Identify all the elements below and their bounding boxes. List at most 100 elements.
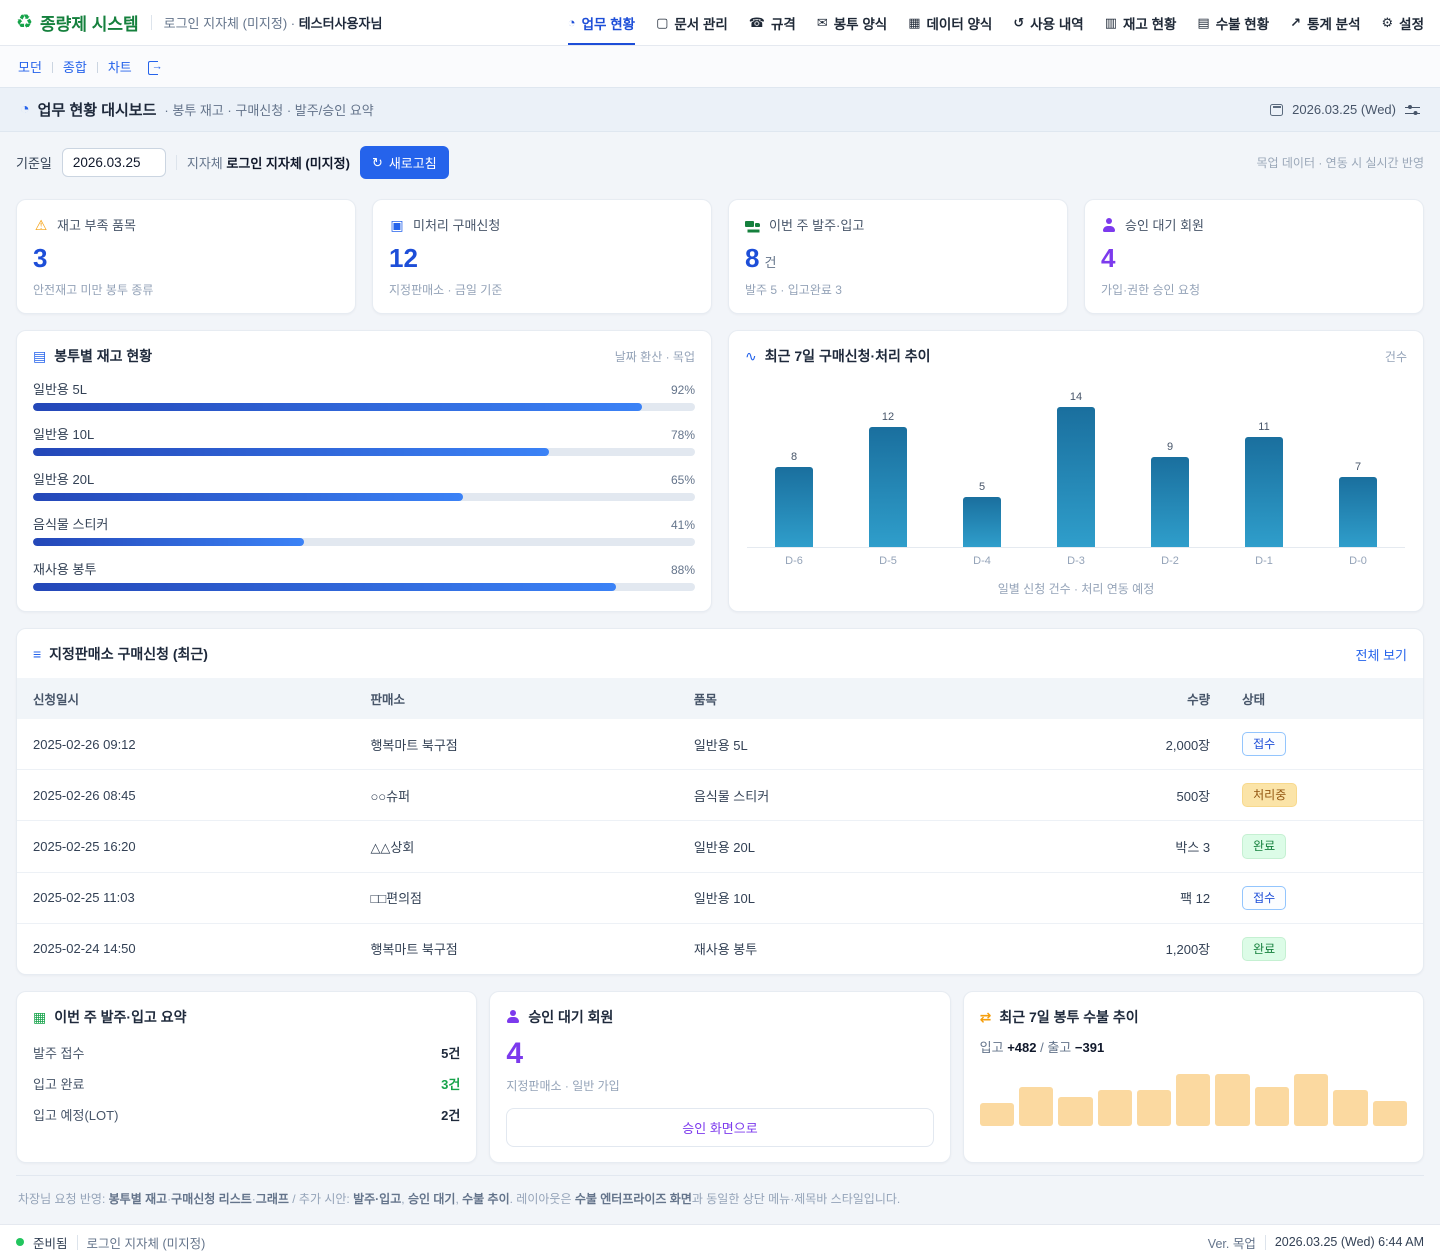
subnav-link[interactable]: 차트	[87, 57, 132, 76]
trend-col: 7	[1311, 461, 1405, 547]
cell-status: 처리중	[1226, 770, 1423, 821]
nav-item[interactable]: ▢ 문서 관리	[656, 0, 728, 45]
status-badge: 처리중	[1242, 783, 1297, 807]
user-name: 테스터사용자님	[299, 16, 383, 31]
cell-store: □□편의점	[354, 872, 677, 923]
purchase-table-row[interactable]: 2025-02-26 09:12 행복마트 북구점 일반용 5L 2,000장 …	[17, 719, 1423, 770]
purchase-table-row[interactable]: 2025-02-25 11:03 □□편의점 일반용 10L 팩 12 접수	[17, 872, 1423, 923]
trend-value-label: 14	[1070, 391, 1082, 403]
cell-item: 일반용 5L	[678, 719, 1015, 770]
week-summary-rows: 발주 접수 5건 입고 완료 3건 입고 예정(LOT) 2건	[33, 1037, 460, 1130]
mock-data-note: 목업 데이터 · 연동 시 실시간 반영	[1256, 154, 1424, 171]
cell-status: 완료	[1226, 923, 1423, 974]
inventory-percent: 65%	[671, 473, 695, 487]
gov-prefix: 지자체	[187, 156, 223, 171]
summary-value: 5건	[441, 1043, 460, 1062]
filter-sliders-icon[interactable]	[1405, 104, 1420, 116]
inventory-row: 일반용 10L 78%	[33, 424, 695, 456]
nav-item-icon: ☎	[749, 15, 765, 31]
kpi-subtitle: 발주 5 · 입고완료 3	[745, 281, 1051, 298]
kpi-head: 미처리 구매신청	[389, 215, 695, 234]
trend-bar	[1339, 477, 1377, 547]
spark-bar	[1019, 1087, 1053, 1126]
nav-item-label: 통계 분석	[1307, 13, 1360, 33]
inventory-panel-title: 봉투별 재고 현황	[54, 346, 152, 366]
purchase-table-header-cell: 수량	[1015, 678, 1226, 719]
nav-item-label: 업무 현황	[582, 13, 635, 33]
subnav-link[interactable]: 모던	[18, 57, 42, 76]
footer-note-segment: 봉투별 재고	[109, 1192, 168, 1206]
status-dot	[16, 1238, 24, 1246]
cell-date: 2025-02-24 14:50	[17, 923, 354, 974]
trend-col: 8	[747, 451, 841, 547]
kpi-icon	[745, 218, 761, 232]
nav-item[interactable]: ✉ 봉투 양식	[817, 0, 887, 45]
trend-col: 12	[841, 411, 935, 547]
kpi-title: 이번 주 발주·입고	[769, 215, 864, 234]
purchase-table-head: ≡ 지정판매소 구매신청 (최근) 전체 보기	[17, 629, 1423, 674]
inventory-row-top: 일반용 5L 92%	[33, 379, 695, 398]
transfer-arrows-icon: ⇄	[980, 1010, 992, 1024]
gov-text: 지자체 로그인 지자체 (미지정)	[187, 153, 350, 172]
nav-item-label: 봉투 양식	[834, 13, 887, 33]
person-icon	[506, 1010, 520, 1023]
subnav-link[interactable]: 종합	[42, 57, 87, 76]
nav-item[interactable]: ◔ 업무 현황	[568, 0, 635, 45]
logout-icon[interactable]	[148, 60, 163, 74]
purchase-table-row[interactable]: 2025-02-26 08:45 ○○슈퍼 음식물 스티커 500장 처리중	[17, 770, 1423, 821]
inventory-row-top: 일반용 20L 65%	[33, 469, 695, 488]
flow-summary-line: 입고 +482 / 출고 −391	[980, 1037, 1407, 1056]
bottom-grid: ▦ 이번 주 발주·입고 요약 발주 접수 5건 입고 완료 3건 입고 예정(…	[16, 991, 1424, 1163]
footer-note-segment: 그래프	[256, 1192, 289, 1206]
nav-item[interactable]: ↗ 통계 분석	[1290, 0, 1360, 45]
flow-in-label: 입고	[980, 1040, 1004, 1055]
nav-item[interactable]: ↺ 사용 내역	[1013, 0, 1083, 45]
nav-item[interactable]: ▤ 수불 현황	[1197, 0, 1269, 45]
subnav: 모던종합차트	[0, 46, 1440, 87]
footer-note-segment: 구매신청 리스트	[171, 1192, 252, 1206]
kpi-card: 승인 대기 회원 4 가입·권한 승인 요청	[1084, 199, 1424, 314]
view-all-link[interactable]: 전체 보기	[1356, 645, 1407, 664]
page-header: ◔ 업무 현황 대시보드 · 봉투 재고 · 구매신청 · 발주/승인 요약 2…	[0, 87, 1440, 132]
nav-item-icon: ⚙	[1382, 15, 1394, 31]
kpi-value-number: 4	[1101, 243, 1115, 274]
purchase-table-row[interactable]: 2025-02-24 14:50 행복마트 북구점 재사용 봉투 1,200장 …	[17, 923, 1423, 974]
week-summary-card: ▦ 이번 주 발주·입고 요약 발주 접수 5건 입고 완료 3건 입고 예정(…	[16, 991, 477, 1163]
gov-value: 로그인 지자체 (미지정)	[226, 156, 350, 171]
footer-note-segment: . 레이아웃은	[510, 1192, 575, 1206]
nav-item[interactable]: ▥ 재고 현황	[1105, 0, 1177, 45]
inventory-bar-track	[33, 403, 695, 411]
cell-store: 행복마트 북구점	[354, 719, 677, 770]
footer-note-segment: 과 동일한 상단 메뉴·제목바 스타일입니다.	[692, 1192, 900, 1206]
status-badge: 접수	[1242, 732, 1286, 756]
approval-screen-button[interactable]: 승인 화면으로	[506, 1108, 933, 1147]
app-logo[interactable]: ♻ 종량제 시스템	[16, 10, 139, 35]
cell-qty: 박스 3	[1015, 821, 1226, 872]
spark-bar	[1137, 1090, 1171, 1126]
bar-chart-icon: ▤	[33, 348, 46, 365]
trend-x-label: D-1	[1217, 555, 1311, 567]
divider	[77, 1235, 78, 1250]
nav-item-icon: ✉	[817, 15, 828, 31]
filter-bar: 기준일 지자체 로그인 지자체 (미지정) ↻ 새로고침 목업 데이터 · 연동…	[0, 132, 1440, 193]
summary-label: 입고 예정(LOT)	[33, 1105, 118, 1124]
cell-date: 2025-02-26 08:45	[17, 770, 354, 821]
nav-item[interactable]: ⚙ 설정	[1382, 0, 1425, 45]
kpi-title: 승인 대기 회원	[1125, 215, 1204, 234]
cell-qty: 500장	[1015, 770, 1226, 821]
spark-bar	[1294, 1074, 1328, 1126]
trend-x-label: D-0	[1311, 555, 1405, 567]
purchase-table-panel: ≡ 지정판매소 구매신청 (최근) 전체 보기 신청일시판매소품목수량상태 20…	[16, 628, 1424, 975]
trend-panel: ∿ 최근 7일 구매신청·처리 추이 건수 8 12	[728, 330, 1424, 612]
trend-x-labels: D-6D-5D-4D-3D-2D-1D-0	[747, 555, 1405, 567]
refresh-button[interactable]: ↻ 새로고침	[360, 146, 449, 179]
nav-item[interactable]: ▦ 데이터 양식	[908, 0, 992, 45]
base-date-input[interactable]	[62, 148, 166, 177]
version-text: Ver. 목업	[1208, 1233, 1256, 1252]
purchase-table-row[interactable]: 2025-02-25 16:20 △△상회 일반용 20L 박스 3 완료	[17, 821, 1423, 872]
footer-note: 차장님 요청 반영: 봉투별 재고·구매신청 리스트·그래프 / 추가 시안: …	[16, 1175, 1424, 1224]
status-bar: 준비됨 로그인 지자체 (미지정) Ver. 목업 2026.03.25 (We…	[0, 1224, 1440, 1260]
divider	[151, 15, 152, 30]
cell-qty: 2,000장	[1015, 719, 1226, 770]
nav-item[interactable]: ☎ 규격	[749, 0, 796, 45]
